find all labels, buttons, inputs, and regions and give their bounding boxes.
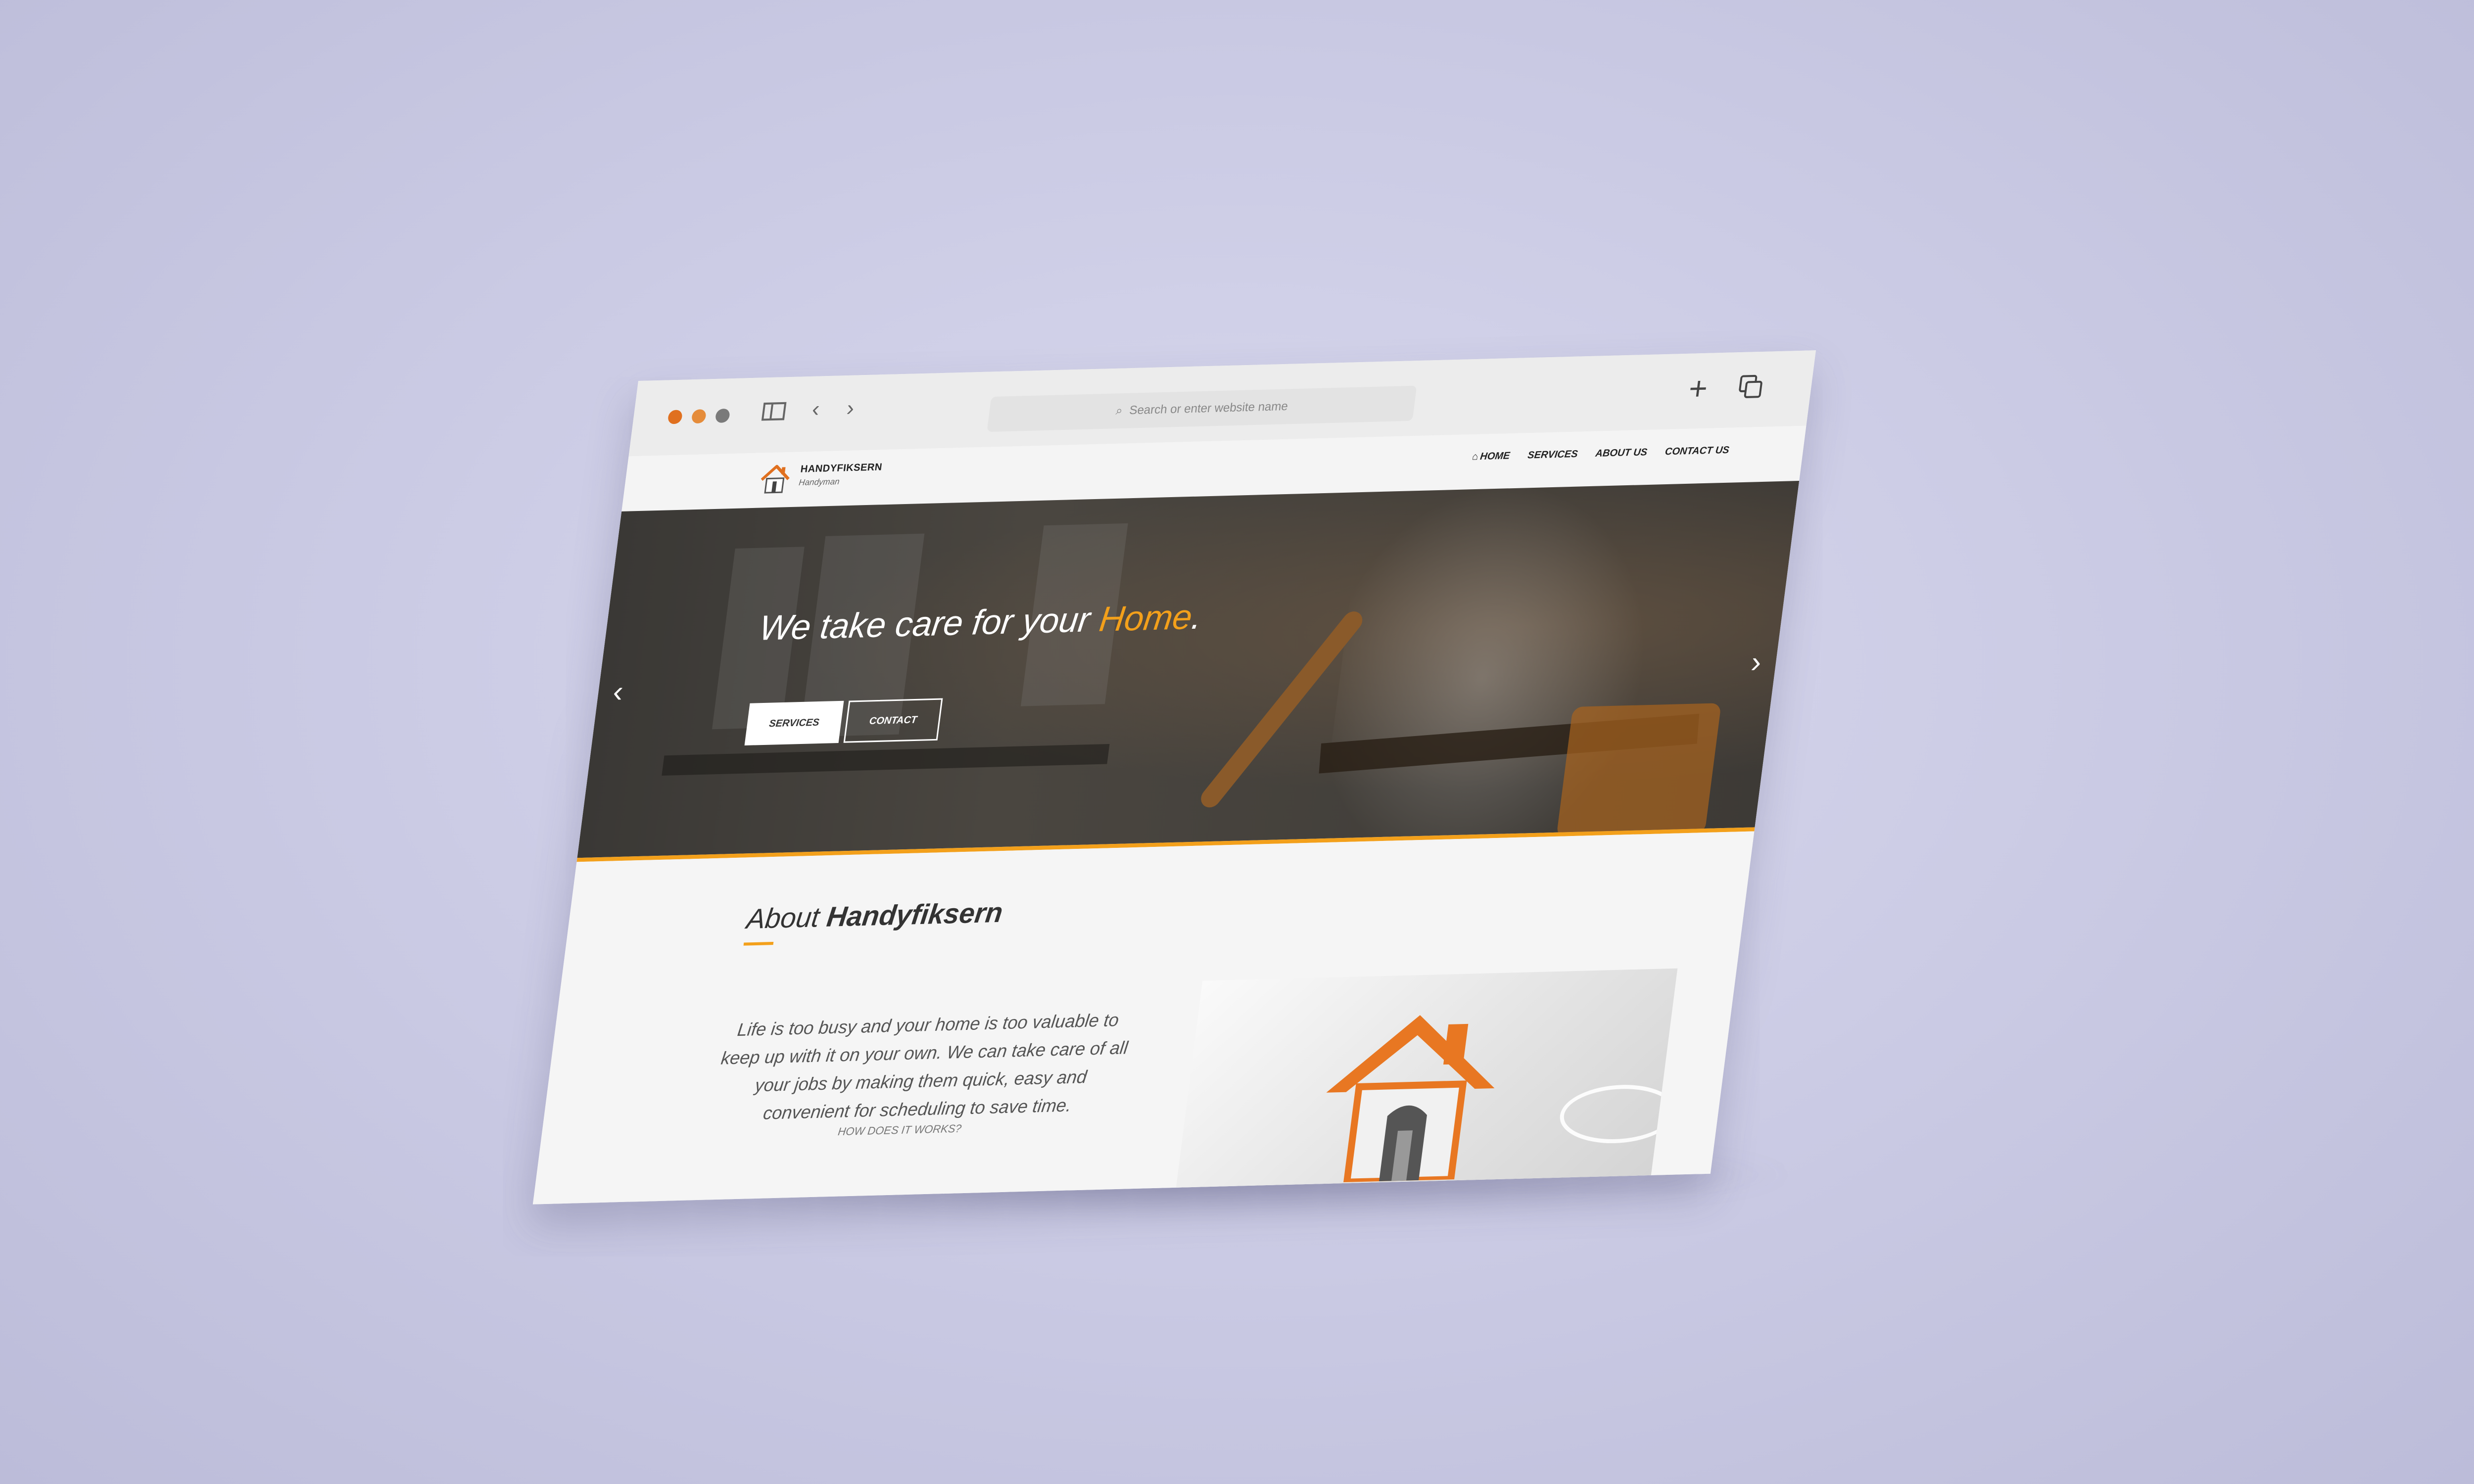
nav-about-us[interactable]: ABOUT US	[1595, 447, 1648, 460]
hero-title-accent: Home	[1097, 597, 1195, 639]
back-icon[interactable]: ‹	[810, 397, 821, 421]
hero-background-counter	[662, 743, 1110, 776]
sidebar-toggle-icon[interactable]	[761, 402, 787, 421]
brand-tagline: Handyman	[798, 476, 840, 488]
about-heading-bold: Handyfiksern	[825, 896, 1005, 933]
about-section: About Handyfiksern Life is too busy and …	[532, 831, 1755, 1205]
about-image	[1175, 968, 1678, 1192]
address-placeholder: Search or enter website name	[1128, 399, 1289, 417]
house-illustration-icon	[1326, 1015, 1495, 1184]
close-window-button[interactable]	[667, 410, 683, 424]
chevron-right-icon[interactable]: ›	[1749, 645, 1763, 679]
nav-services[interactable]: SERVICES	[1527, 449, 1578, 462]
brand-name[interactable]: HANDYFIKSERN	[800, 462, 883, 475]
hero-tool-pouch	[1556, 703, 1721, 837]
browser-window: ‹ › ⌕ Search or enter website name + HAN…	[532, 350, 1816, 1205]
how-it-works-link[interactable]: HOW DOES IT WORKS?	[837, 1122, 962, 1138]
nav-contact-us[interactable]: CONTACT US	[1664, 445, 1730, 458]
about-heading-underline	[743, 942, 774, 946]
about-heading-light: About	[745, 901, 829, 935]
address-bar[interactable]: ⌕ Search or enter website name	[987, 385, 1417, 432]
maximize-window-button[interactable]	[714, 408, 731, 423]
nav-home-label: HOME	[1479, 450, 1511, 463]
chevron-left-icon[interactable]: ‹	[611, 674, 625, 708]
hero-slider: We take care for your Home. SERVICES CON…	[576, 481, 1800, 862]
nav-home[interactable]: ⌂HOME	[1472, 450, 1511, 463]
minimize-window-button[interactable]	[691, 409, 707, 424]
search-icon: ⌕	[1115, 404, 1124, 418]
hero-services-button[interactable]: SERVICES	[744, 700, 844, 745]
about-heading: About Handyfiksern	[745, 896, 1004, 935]
hero-title-prefix: We take care for your	[757, 599, 1102, 648]
tab-overview-icon[interactable]	[1738, 374, 1763, 398]
main-nav: ⌂HOME SERVICES ABOUT US CONTACT US	[1472, 445, 1730, 463]
house-logo-icon[interactable]	[757, 462, 794, 496]
about-image-ring	[1556, 1083, 1678, 1145]
hero-contact-button[interactable]: CONTACT	[843, 698, 943, 743]
new-tab-icon[interactable]: +	[1687, 370, 1710, 407]
home-icon: ⌂	[1471, 451, 1479, 463]
mockup-stage: ‹ › ⌕ Search or enter website name + HAN…	[0, 0, 2474, 1484]
about-body-text: Life is too busy and your home is too va…	[719, 1009, 1130, 1123]
forward-icon[interactable]: ›	[845, 396, 856, 420]
